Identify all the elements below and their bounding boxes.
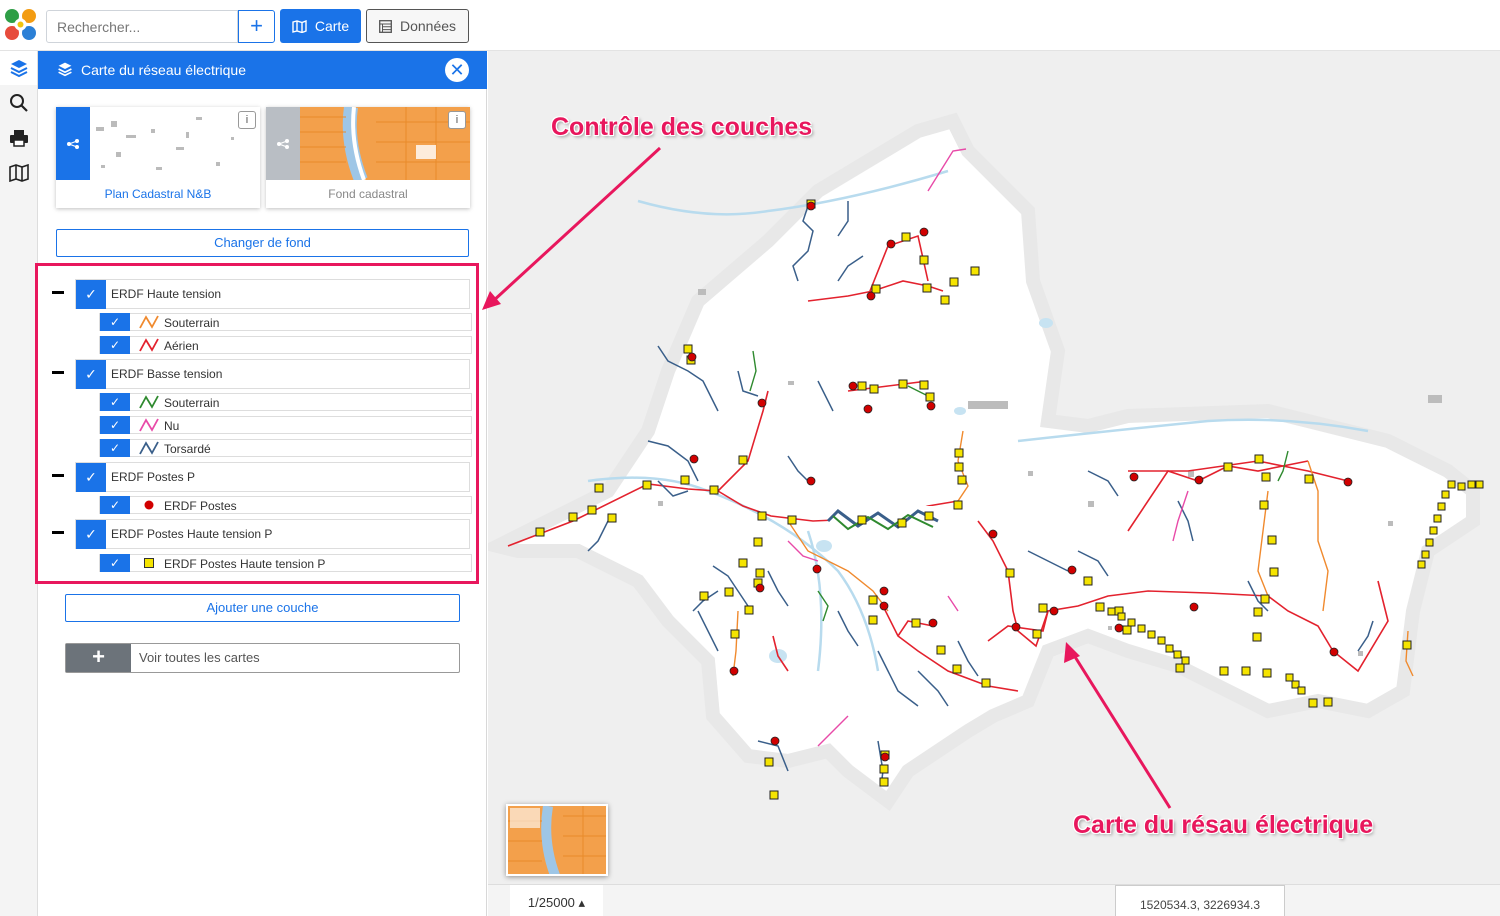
info-icon[interactable]: i bbox=[238, 111, 256, 129]
table-icon bbox=[379, 19, 392, 33]
overview-minimap[interactable] bbox=[506, 804, 608, 876]
app-logo[interactable] bbox=[2, 5, 40, 45]
add-layer-button[interactable]: Ajouter une couche bbox=[65, 594, 460, 622]
scale-selector[interactable]: 1/25000 ▴ bbox=[510, 885, 603, 916]
share-icon bbox=[67, 138, 79, 149]
data-view-label: Données bbox=[399, 18, 457, 34]
background-label: Fond cadastral bbox=[328, 187, 408, 201]
search-icon bbox=[9, 94, 28, 112]
background-active-tab bbox=[56, 107, 90, 180]
rail-maps-button[interactable] bbox=[0, 156, 37, 190]
map-icon bbox=[292, 19, 307, 33]
print-icon bbox=[9, 130, 28, 147]
close-icon[interactable]: ✕ bbox=[445, 58, 469, 82]
layers-icon bbox=[58, 62, 72, 77]
top-bar: + Carte Données bbox=[0, 0, 1500, 51]
background-label: Plan Cadastral N&B bbox=[104, 187, 212, 201]
annotation-layers-control: Contrôle des couches bbox=[551, 113, 813, 141]
rail-layers-button[interactable] bbox=[0, 51, 37, 85]
panel-header: Carte du réseau électrique ✕ bbox=[38, 51, 487, 89]
search-input[interactable] bbox=[46, 10, 238, 43]
all-maps-label: Voir toutes les cartes bbox=[139, 650, 260, 665]
map-status-bar: 1/25000 ▴ 1520534.3, 3226934.3 bbox=[488, 884, 1500, 916]
panel-title: Carte du réseau électrique bbox=[81, 62, 246, 78]
layers-icon bbox=[10, 60, 27, 78]
map-icon bbox=[8, 164, 29, 182]
info-icon[interactable]: i bbox=[448, 111, 466, 129]
app-window: + Carte Données bbox=[0, 0, 1500, 916]
rail-search-button[interactable] bbox=[0, 86, 37, 120]
coordinates-display: 1520534.3, 3226934.3 bbox=[1115, 885, 1285, 916]
search-add-button[interactable]: + bbox=[238, 10, 275, 43]
rail-print-button[interactable] bbox=[0, 121, 37, 155]
layers-highlight-box bbox=[35, 263, 479, 584]
plus-icon: + bbox=[66, 644, 131, 672]
data-view-button[interactable]: Données bbox=[366, 9, 469, 43]
map-view-label: Carte bbox=[314, 18, 350, 34]
all-maps-button[interactable]: + Voir toutes les cartes bbox=[65, 643, 460, 673]
background-card-plan-cadastral[interactable]: i Plan Cadastral N&B bbox=[56, 107, 260, 208]
map-view-button[interactable]: Carte bbox=[280, 9, 361, 43]
change-background-button[interactable]: Changer de fond bbox=[56, 229, 469, 257]
share-icon bbox=[277, 138, 289, 149]
map-canvas[interactable] bbox=[488, 51, 1500, 884]
background-card-fond-cadastral[interactable]: i Fond cadastral bbox=[266, 107, 470, 208]
tool-rail bbox=[0, 51, 38, 916]
background-inactive-tab bbox=[266, 107, 300, 180]
annotation-network-map: Carte du résau électrique bbox=[1073, 811, 1374, 839]
